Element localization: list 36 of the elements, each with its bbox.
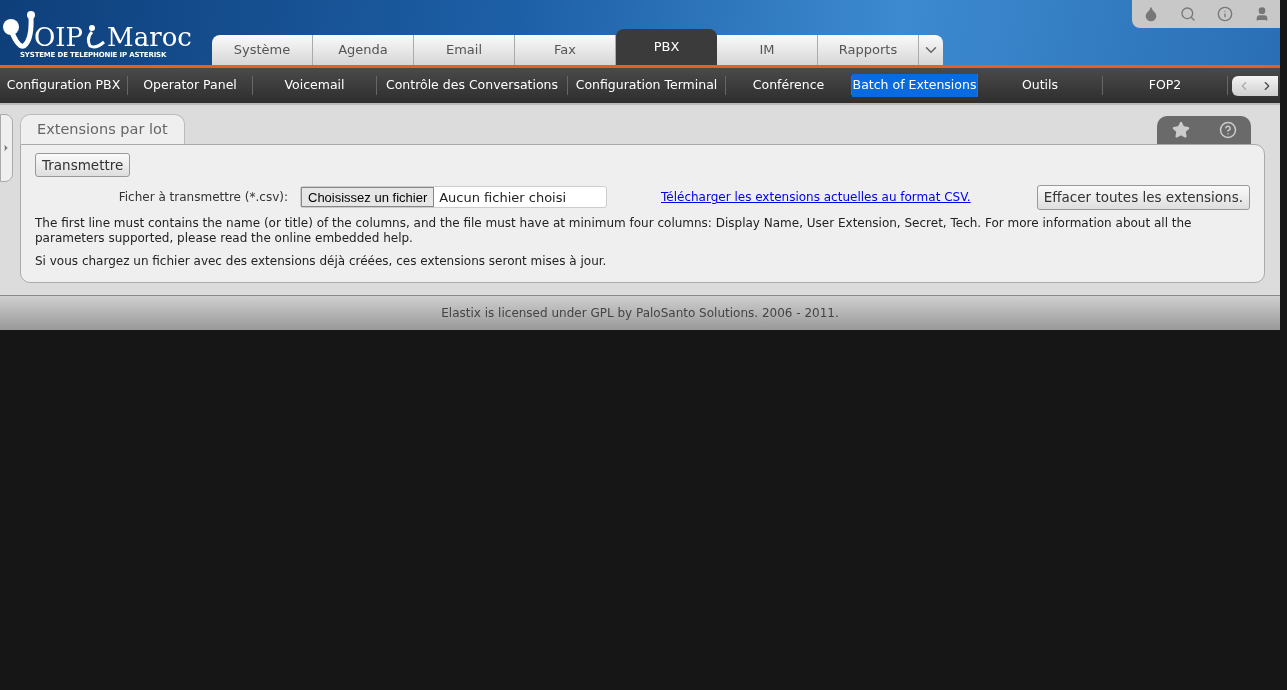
logo-text: Maroc (107, 24, 192, 50)
footer-text: Elastix is licensed under GPL by PaloSanto Solutions. 2006 - 2011. (441, 305, 839, 322)
submenu-item[interactable]: FOP2 (1148, 76, 1182, 95)
submenu-item[interactable]: Operator Panel (143, 76, 237, 95)
submit-button[interactable]: Transmettre (35, 153, 131, 178)
file-status: Aucun fichier choisi (439, 188, 567, 207)
file-input[interactable]: Choisissez un fichier Aucun fichier choisi (300, 186, 607, 209)
help-icon[interactable] (1218, 121, 1237, 139)
nav-tab[interactable]: Fax (515, 35, 616, 65)
nav-tab[interactable]: IM (717, 35, 818, 65)
search-icon[interactable] (1179, 6, 1196, 22)
update-note: Si vous chargez un fichier avec des extensions déjà créées, ces extensions seront mises à jour. (35, 252, 608, 270)
choose-file-button[interactable]: Choisissez un fichier (301, 187, 435, 208)
nav-tab[interactable]: Système (212, 35, 313, 65)
chevron-right-icon (1, 143, 11, 153)
more-tabs-button[interactable] (919, 35, 943, 65)
submenu-item[interactable]: Conférence (752, 76, 825, 95)
nav-tab[interactable]: Email (414, 35, 515, 65)
logo-text: OIP (34, 24, 84, 50)
nav-tab[interactable]: PBX (616, 29, 717, 65)
submenu-item[interactable]: Configuration Terminal (575, 76, 718, 95)
panel-title: Extensions par lot (20, 114, 185, 144)
submenu-item[interactable]: Batch of Extensions (851, 74, 978, 97)
info-text: The first line must contains the name (or title) of the columns, and the file must have at minimum four columns: Display Name, User Extension, Secret, Tech. For more information about all the parameters supported, please read the online embedded help. (35, 215, 1193, 246)
file-label: Ficher à transmettre (*.csv): (117, 189, 289, 207)
submenu-item[interactable]: Contrôle des Conversations (385, 76, 559, 95)
sidebar-toggle[interactable] (0, 114, 13, 182)
submenu-item[interactable]: Configuration PBX (6, 76, 121, 95)
nav-tab[interactable]: Agenda (313, 35, 414, 65)
submenu-item[interactable]: Outils (1021, 76, 1059, 95)
download-link[interactable]: Télécharger les extensions actuelles au format CSV. (661, 188, 971, 207)
info-icon[interactable] (1216, 6, 1233, 22)
favorite-icon[interactable] (1171, 121, 1190, 139)
nav-tab[interactable]: Rapports (818, 35, 919, 65)
submenu-item[interactable]: Voicemail (284, 76, 345, 95)
clear-button[interactable]: Effacer toutes les extensions. (1036, 185, 1250, 210)
